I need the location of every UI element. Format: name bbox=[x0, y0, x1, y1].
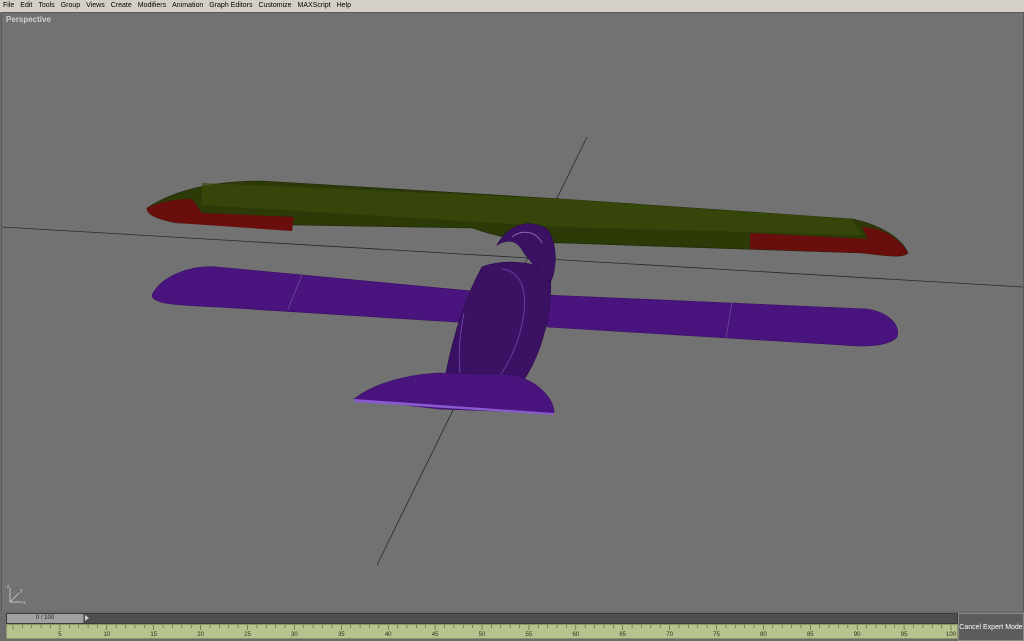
ruler-tick-label: 10 bbox=[103, 632, 110, 638]
perspective-viewport[interactable]: Perspective bbox=[1, 12, 1024, 612]
viewport-label[interactable]: Perspective bbox=[6, 15, 51, 24]
menu-graph-editors[interactable]: Graph Editors bbox=[206, 0, 255, 12]
ruler-tick-label: 50 bbox=[479, 632, 486, 638]
ruler-tick-label: 75 bbox=[713, 632, 720, 638]
menu-edit[interactable]: Edit bbox=[17, 0, 35, 12]
time-slider-thumb[interactable]: 0 / 100 bbox=[7, 614, 84, 623]
menu-customize[interactable]: Customize bbox=[255, 0, 294, 12]
ruler-tick-label: 55 bbox=[526, 632, 533, 638]
axis-tripod: x z y bbox=[4, 582, 30, 613]
menu-maxscript[interactable]: MAXScript bbox=[295, 0, 334, 12]
menu-animation[interactable]: Animation bbox=[169, 0, 206, 12]
viewport-scene bbox=[2, 136, 1023, 566]
track-bar[interactable]: 5 10 15 20 25 30 35 40 45 50 55 60 65 70 75 80 85 90 95 100 bbox=[6, 624, 958, 639]
ruler-tick-label: 80 bbox=[760, 632, 767, 638]
menu-modifiers[interactable]: Modifiers bbox=[135, 0, 169, 12]
ruler-tick-label: 100 bbox=[946, 632, 957, 638]
ruler-tick-label: 45 bbox=[432, 632, 439, 638]
ruler-tick-label: 65 bbox=[619, 632, 626, 638]
ruler-tick-label: 85 bbox=[807, 632, 814, 638]
time-slider[interactable]: 0 / 100 bbox=[6, 613, 958, 624]
ruler-tick-label: 70 bbox=[666, 632, 673, 638]
ruler-tick-label: 20 bbox=[197, 632, 204, 638]
ruler-tick-label: 5 bbox=[58, 632, 62, 638]
ruler-tick-label: 30 bbox=[291, 632, 298, 638]
ruler-tick-label: 40 bbox=[385, 632, 392, 638]
next-frame-icon[interactable] bbox=[85, 615, 89, 621]
tailplane[interactable] bbox=[353, 372, 555, 415]
menu-create[interactable]: Create bbox=[108, 0, 135, 12]
axis-x-label: x bbox=[23, 600, 26, 606]
menu-file[interactable]: File bbox=[0, 0, 17, 12]
menu-views[interactable]: Views bbox=[83, 0, 108, 12]
ruler-tick-label: 95 bbox=[901, 632, 908, 638]
cancel-expert-mode-button[interactable]: Cancel Expert Mode bbox=[958, 613, 1024, 641]
ruler-tick-label: 90 bbox=[854, 632, 861, 638]
menu-group[interactable]: Group bbox=[58, 0, 83, 12]
ruler-tick-label: 15 bbox=[150, 632, 157, 638]
axis-z-label: z bbox=[7, 584, 10, 590]
menu-tools[interactable]: Tools bbox=[35, 0, 57, 12]
bottom-panel: 0 / 100 5 10 15 20 25 30 35 40 45 50 55 60 65 70 75 80 8… bbox=[0, 611, 1024, 640]
ruler-tick-label: 35 bbox=[338, 632, 345, 638]
axis-y-label: y bbox=[20, 588, 23, 594]
menu-help[interactable]: Help bbox=[334, 0, 354, 12]
ruler-tick-label: 25 bbox=[244, 632, 251, 638]
ruler-tick-label: 60 bbox=[572, 632, 579, 638]
